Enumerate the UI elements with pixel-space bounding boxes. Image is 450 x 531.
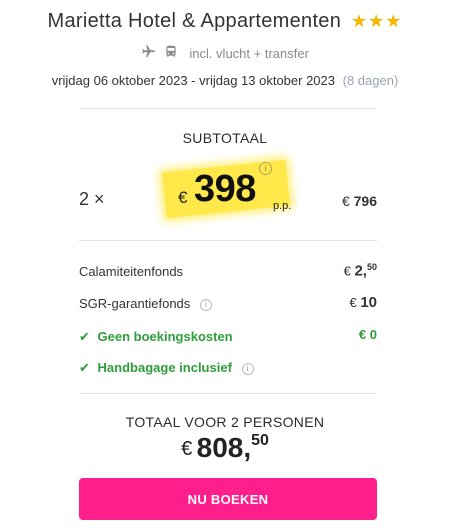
- fee-value: € 2,50: [344, 262, 377, 279]
- divider: [79, 240, 377, 241]
- airplane-icon: [141, 44, 156, 62]
- included-label: ✔ Handbagage inclusief i: [79, 360, 254, 376]
- total-amount: € 808,50: [0, 432, 450, 464]
- included-label-text: Handbagage inclusief: [97, 360, 232, 375]
- transport-text: incl. vlucht + transfer: [189, 45, 309, 61]
- per-person-label: p.p.: [273, 200, 292, 212]
- bus-icon: [164, 44, 178, 62]
- divider: [79, 108, 377, 109]
- date-range: vrijdag 06 oktober 2023 - vrijdag 13 okt…: [51, 73, 335, 88]
- fee-value-dec: 50: [366, 262, 377, 272]
- total-heading: TOTAAL VOOR 2 PERSONEN: [125, 414, 325, 430]
- currency-symbol: €: [341, 193, 350, 209]
- subtotal-value: 796: [353, 193, 377, 209]
- included-row-hand-luggage: ✔ Handbagage inclusief i: [79, 358, 377, 378]
- fee-label: Calamiteitenfonds: [79, 264, 184, 279]
- total-int: 808,: [196, 432, 252, 463]
- included-label: ✔ Geen boekingskosten: [79, 329, 233, 345]
- trip-duration: (8 dagen): [342, 73, 399, 88]
- fee-label-text: SGR-garantiefonds: [79, 296, 191, 311]
- star-rating: ★★★: [351, 11, 403, 31]
- price-per-person: € 398 p.p. i: [160, 159, 300, 220]
- travel-dates: vrijdag 06 oktober 2023 - vrijdag 13 okt…: [0, 73, 450, 88]
- currency-symbol: €: [181, 438, 193, 460]
- info-icon[interactable]: i: [199, 298, 212, 311]
- total-dec: 50: [251, 432, 269, 449]
- currency-symbol: €: [178, 188, 188, 207]
- fee-value: € 10: [349, 294, 377, 311]
- divider: [79, 393, 377, 394]
- fee-value-amount: 10: [360, 294, 377, 311]
- info-icon[interactable]: i: [241, 362, 254, 375]
- included-value: € 0: [359, 327, 377, 342]
- currency-symbol: €: [343, 263, 351, 279]
- fee-label: SGR-garantiefonds i: [79, 296, 212, 311]
- check-icon: ✔: [79, 329, 90, 344]
- currency-symbol: €: [358, 327, 367, 342]
- check-icon: ✔: [79, 360, 90, 375]
- hotel-title: Marietta Hotel & Appartementen ★★★: [0, 10, 450, 33]
- price-info-icon[interactable]: i: [259, 162, 272, 175]
- currency-symbol: €: [349, 295, 357, 310]
- fee-value-int: 2,: [354, 262, 367, 280]
- transport-info: incl. vlucht + transfer: [0, 44, 450, 62]
- booking-summary: Marietta Hotel & Appartementen ★★★ incl.…: [0, 0, 450, 531]
- book-now-button[interactable]: NU BOEKEN: [79, 478, 377, 520]
- included-value-amount: 0: [369, 327, 377, 342]
- hotel-name: Marietta Hotel & Appartementen: [47, 10, 342, 32]
- fee-row-sgr: SGR-garantiefonds i € 10: [79, 294, 377, 314]
- subtotal-amount: € 796: [342, 193, 377, 209]
- traveller-quantity: 2 ×: [79, 189, 105, 209]
- price-value: 398: [194, 168, 256, 210]
- fee-row-calamiteitenfonds: Calamiteitenfonds € 2,50: [79, 262, 377, 282]
- included-row-booking-fee: ✔ Geen boekingskosten € 0: [79, 327, 377, 347]
- subtotal-heading: SUBTOTAAL: [182, 130, 268, 146]
- included-label-text: Geen boekingskosten: [97, 329, 233, 344]
